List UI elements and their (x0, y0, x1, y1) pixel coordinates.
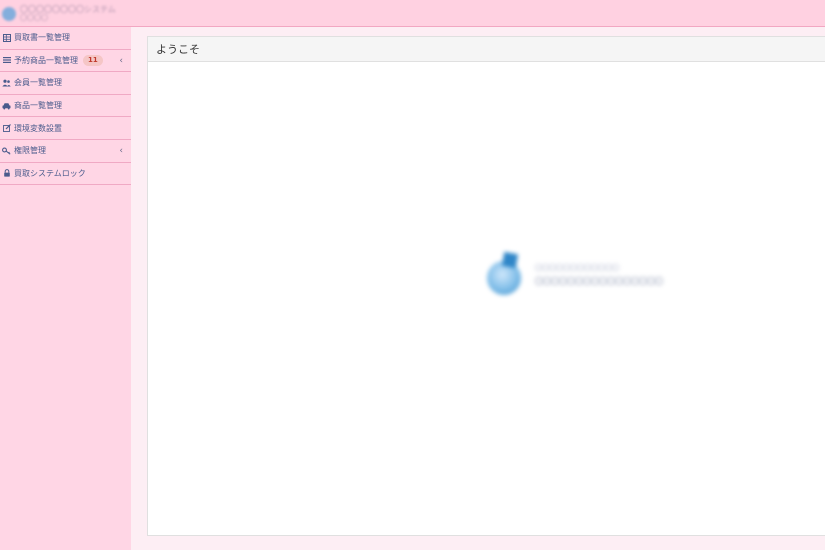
panel-body: 〇〇〇〇〇〇〇〇〇〇〇〇 〇〇〇〇〇〇〇〇〇〇〇〇〇〇〇〇 (148, 62, 825, 536)
sidebar-item-products[interactable]: 商品一覧管理 (0, 95, 131, 118)
sidebar-menu: 買取書一覧管理 予約商品一覧管理 11 ‹ 会員一覧管理 商品一覧管理 環境変数… (0, 27, 131, 550)
brand-subtitle: 〇〇〇〇 (20, 14, 48, 22)
welcome-panel: ようこそ 〇〇〇〇〇〇〇〇〇〇〇〇 〇〇〇〇〇〇〇〇〇〇〇〇〇〇〇〇 (147, 36, 825, 536)
edit-icon (2, 124, 11, 133)
list-icon (2, 56, 11, 65)
sidebar-item-label: 権限管理 (14, 146, 46, 156)
sidebar-item-label: 環境変数設置 (14, 123, 62, 133)
car-icon (2, 101, 11, 110)
chevron-left-icon: ‹ (119, 55, 123, 66)
sidebar-item-label: 会員一覧管理 (14, 78, 62, 88)
sidebar-item-members[interactable]: 会員一覧管理 (0, 72, 131, 95)
table-icon (2, 33, 11, 42)
sidebar-item-label: 予約商品一覧管理 (14, 55, 78, 65)
logo-text-line2: 〇〇〇〇〇〇〇〇〇〇〇〇〇〇〇〇 (535, 277, 663, 286)
sidebar-item-label: 買取書一覧管理 (14, 33, 70, 43)
logo-text-line1: 〇〇〇〇〇〇〇〇〇〇〇〇 (535, 264, 619, 272)
company-logo: 〇〇〇〇〇〇〇〇〇〇〇〇 〇〇〇〇〇〇〇〇〇〇〇〇〇〇〇〇 (481, 251, 761, 303)
chevron-left-icon: ‹ (119, 145, 123, 156)
top-navbar: 〇〇〇〇〇〇〇〇システム 〇〇〇〇 (0, 0, 825, 27)
sidebar-item-permissions[interactable]: 権限管理 ‹ (0, 140, 131, 163)
panel-header: ようこそ (148, 37, 825, 62)
sidebar-item-purchase-list[interactable]: 買取書一覧管理 (0, 27, 131, 50)
panel-title: ようこそ (156, 43, 200, 56)
sidebar-item-label: 商品一覧管理 (14, 101, 62, 111)
logo-square-icon (501, 251, 519, 269)
count-badge: 11 (83, 54, 103, 66)
brand-title: 〇〇〇〇〇〇〇〇システム (20, 5, 116, 14)
sidebar-item-system-lock[interactable]: 買取システムロック (0, 163, 131, 186)
brand-logo-icon (2, 6, 16, 21)
users-icon (2, 78, 11, 87)
key-icon (2, 146, 11, 155)
sidebar-item-label: 買取システムロック (14, 168, 86, 178)
sidebar-item-reserved-products[interactable]: 予約商品一覧管理 11 ‹ (0, 50, 131, 73)
brand-text: 〇〇〇〇〇〇〇〇システム 〇〇〇〇 (20, 5, 116, 22)
lock-icon (2, 169, 11, 178)
sidebar-item-env-settings[interactable]: 環境変数設置 (0, 117, 131, 140)
brand-logo-link[interactable]: 〇〇〇〇〇〇〇〇システム 〇〇〇〇 (2, 5, 116, 22)
